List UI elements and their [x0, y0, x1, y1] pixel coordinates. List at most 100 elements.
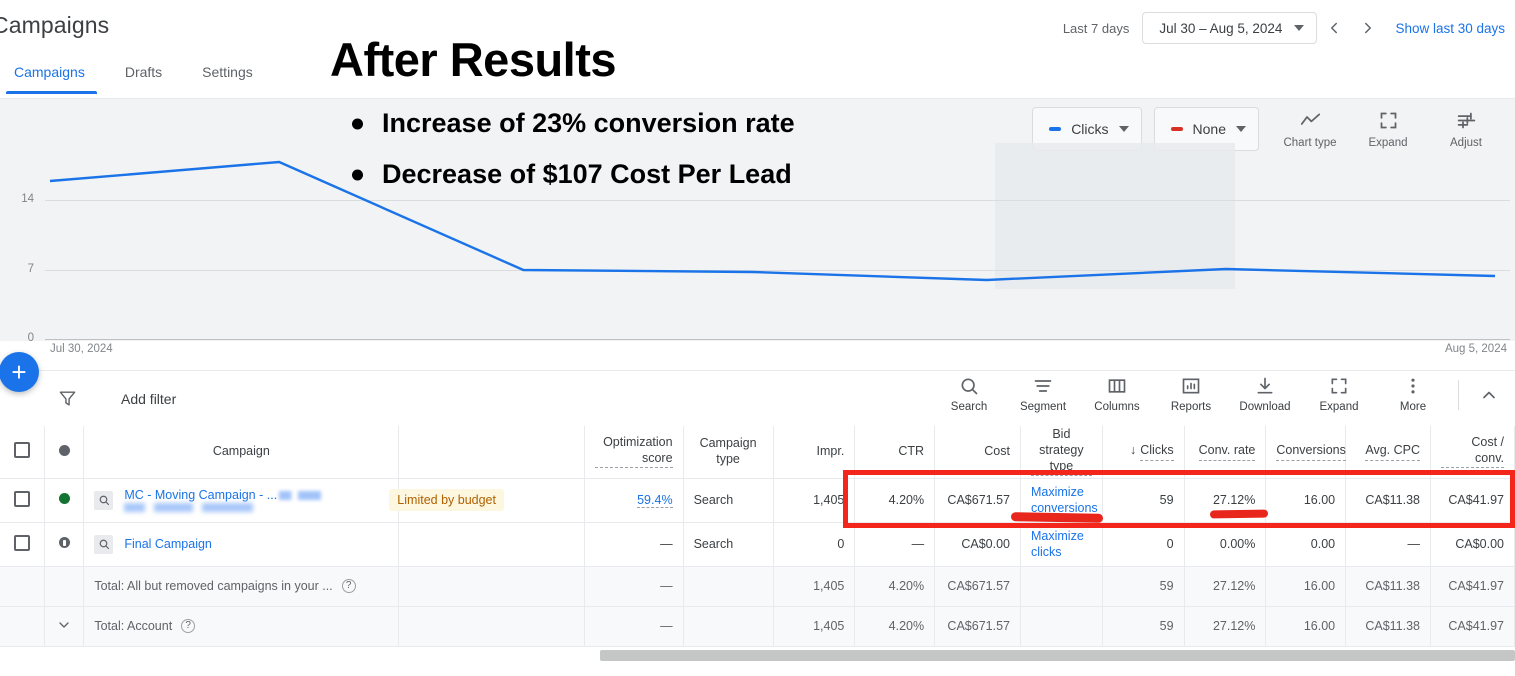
page-title: Campaigns: [0, 12, 110, 38]
funnel-icon: [59, 391, 76, 406]
avg-cpc-header-label: Avg. CPC: [1365, 443, 1420, 461]
show-last-30-days-link[interactable]: Show last 30 days: [1395, 21, 1505, 36]
more-vertical-icon: [1411, 378, 1415, 394]
campaign-name-link[interactable]: MC - Moving Campaign - ...: [124, 488, 277, 502]
toolbar-divider: [1458, 379, 1459, 410]
help-icon[interactable]: ?: [341, 579, 356, 593]
y-tick-7: 7: [27, 263, 34, 275]
row-bid-strategy-cell: Maximize clicks: [1020, 522, 1103, 567]
table-row[interactable]: MC - Moving Campaign - ... Limited by bu…: [0, 478, 1515, 523]
impressions-header-label: Impr.: [816, 443, 845, 458]
segment-button[interactable]: Segment: [1006, 376, 1080, 413]
search-icon: [99, 539, 109, 550]
total-conv-rate-cell: 27.12%: [1184, 606, 1267, 647]
table-expand-button[interactable]: Expand: [1302, 376, 1376, 413]
primary-metric-label: Clicks: [1071, 121, 1109, 137]
total-select-cell: [0, 606, 46, 647]
conversions-header-label: Conversions: [1276, 443, 1346, 461]
total-cost-cell: CA$671.57: [934, 566, 1021, 607]
ctr-header[interactable]: CTR: [854, 426, 936, 479]
tab-bar: Campaigns Drafts Settings: [0, 58, 275, 94]
total-expand-cell: [44, 606, 85, 647]
row-checkbox[interactable]: [14, 490, 31, 507]
status-paused-icon[interactable]: [58, 537, 70, 548]
impressions-header[interactable]: Impr.: [773, 426, 856, 479]
prev-period-button[interactable]: [1317, 11, 1351, 45]
search-label: Search: [950, 401, 988, 413]
secondary-metric-label: None: [1192, 121, 1226, 137]
campaign-type-header[interactable]: Campaign type: [683, 426, 774, 479]
cost-header[interactable]: Cost: [934, 426, 1021, 479]
row-cost-cell: CA$0.00: [934, 522, 1021, 567]
columns-button[interactable]: Columns: [1080, 376, 1154, 413]
chevron-left-icon: [1331, 22, 1338, 34]
row-campaign-type-cell: Search: [683, 478, 774, 523]
tab-campaigns[interactable]: Campaigns: [0, 58, 107, 94]
total-avg-cpc-cell: CA$11.38: [1345, 606, 1431, 647]
chevron-up-icon: [1483, 391, 1495, 398]
avg-cpc-header[interactable]: Avg. CPC: [1345, 426, 1431, 479]
tab-settings[interactable]: Settings: [184, 58, 275, 94]
secondary-metric-color-swatch: [1170, 127, 1183, 131]
total-select-cell: [0, 566, 46, 607]
campaign-name-link[interactable]: Final Campaign: [124, 537, 212, 551]
date-range-selector[interactable]: Jul 30 – Aug 5, 2024: [1142, 12, 1318, 44]
add-filter-button[interactable]: Add filter: [121, 391, 176, 407]
row-checkbox[interactable]: [14, 534, 31, 551]
select-all-checkbox[interactable]: [14, 442, 31, 459]
x-tick-start: Jul 30, 2024: [50, 343, 113, 355]
clicks-header[interactable]: ↓ Clicks: [1102, 426, 1185, 479]
cost-per-conv-header[interactable]: Cost / conv.: [1430, 426, 1515, 479]
search-campaign-icon: [94, 534, 114, 554]
conversions-header[interactable]: Conversions: [1265, 426, 1347, 479]
download-label: Download: [1239, 401, 1291, 413]
total-budget-cell: [398, 606, 586, 647]
collapse-panel-button[interactable]: [1467, 385, 1511, 405]
total-clicks-cell: 59: [1102, 566, 1185, 607]
total-optimization-score-cell: —: [584, 606, 684, 647]
status-enabled-icon[interactable]: [58, 493, 70, 504]
table-row[interactable]: Final Campaign — Search 0 — CA$0.00 Maxi…: [0, 522, 1515, 567]
conv-rate-header[interactable]: Conv. rate: [1184, 426, 1267, 479]
new-campaign-fab[interactable]: +: [0, 352, 39, 392]
table-tools: Search Segment Columns Reports Download …: [932, 376, 1511, 413]
bid-strategy-type-header[interactable]: Bid strategy type: [1020, 426, 1103, 479]
total-bid-strategy-cell: [1020, 606, 1103, 647]
bid-strategy-link[interactable]: Maximize clicks: [1031, 528, 1092, 560]
status-badge[interactable]: Limited by budget: [389, 489, 504, 511]
row-status-cell: [44, 522, 85, 567]
tab-drafts[interactable]: Drafts: [107, 58, 184, 94]
row-cost-per-conv-cell: CA$0.00: [1430, 522, 1515, 567]
total-status-cell: [44, 566, 85, 607]
total-clicks-cell: 59: [1102, 606, 1185, 647]
optimization-score-value[interactable]: 59.4%: [637, 493, 673, 508]
total-ctr-cell: 4.20%: [854, 606, 936, 647]
search-button[interactable]: Search: [932, 376, 1006, 413]
columns-label: Columns: [1094, 401, 1140, 413]
conv-rate-header-label: Conv. rate: [1198, 443, 1256, 461]
columns-icon: [1108, 379, 1126, 393]
total-label-cell: Total: Account ?: [83, 606, 400, 647]
budget-status-header: [398, 426, 586, 479]
filter-button[interactable]: [58, 389, 77, 408]
more-label: More: [1399, 401, 1427, 413]
more-button[interactable]: More: [1376, 376, 1450, 413]
reports-button[interactable]: Reports: [1154, 376, 1228, 413]
chart-plot-area: 14 7 0 Jul 30, 2024 Aug 5, 2024: [0, 143, 1515, 355]
status-header: [44, 426, 85, 479]
chevron-down-icon[interactable]: [56, 617, 72, 633]
row-impressions-cell: 0: [773, 522, 856, 567]
row-ctr-cell: —: [854, 522, 936, 567]
row-bid-strategy-cell: Maximize conversions: [1020, 478, 1103, 523]
table-body: MC - Moving Campaign - ... Limited by bu…: [0, 478, 1515, 647]
total-budget-cell: [398, 566, 586, 607]
help-icon[interactable]: ?: [181, 619, 196, 633]
download-button[interactable]: Download: [1228, 376, 1302, 413]
horizontal-scrollbar[interactable]: [600, 650, 1515, 661]
optimization-score-header[interactable]: Optimization score: [584, 426, 684, 479]
status-dot-icon: [58, 444, 70, 456]
bid-strategy-link[interactable]: Maximize conversions: [1031, 484, 1098, 516]
next-period-button[interactable]: [1351, 11, 1385, 45]
date-controls: Last 7 days Jul 30 – Aug 5, 2024 Show la…: [1063, 11, 1505, 45]
campaign-header[interactable]: Campaign: [83, 426, 400, 479]
